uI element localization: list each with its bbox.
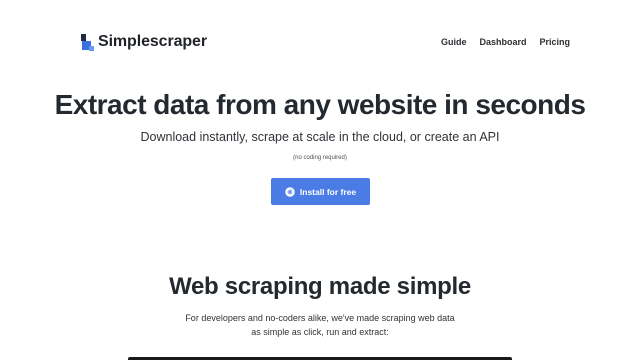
section-description-line-2: as simple as click, run and extract: (251, 327, 389, 337)
nav-links: Guide Dashboard Pricing (441, 36, 570, 48)
top-navigation: Simplescraper Guide Dashboard Pricing (0, 0, 640, 86)
brand-logo-link[interactable]: Simplescraper (79, 32, 207, 52)
nav-link-dashboard[interactable]: Dashboard (479, 36, 526, 48)
brand-name: Simplescraper (98, 33, 207, 50)
section-title: Web scraping made simple (169, 273, 471, 300)
install-for-free-button[interactable]: Install for free (271, 178, 370, 205)
hero-title: Extract data from any website in seconds (54, 89, 586, 120)
simplescraper-logo-icon (79, 33, 95, 51)
section-description-line-1: For developers and no-coders alike, we'v… (185, 313, 455, 323)
section-description: For developers and no-coders alike, we'v… (0, 311, 640, 339)
install-button-label: Install for free (299, 186, 357, 197)
nav-link-guide[interactable]: Guide (441, 36, 467, 48)
chrome-icon (285, 186, 295, 197)
hero-subtitle: Download instantly, scrape at scale in t… (140, 130, 500, 144)
hero-note: (no coding required) (293, 155, 347, 161)
nav-link-pricing[interactable]: Pricing (539, 36, 570, 48)
